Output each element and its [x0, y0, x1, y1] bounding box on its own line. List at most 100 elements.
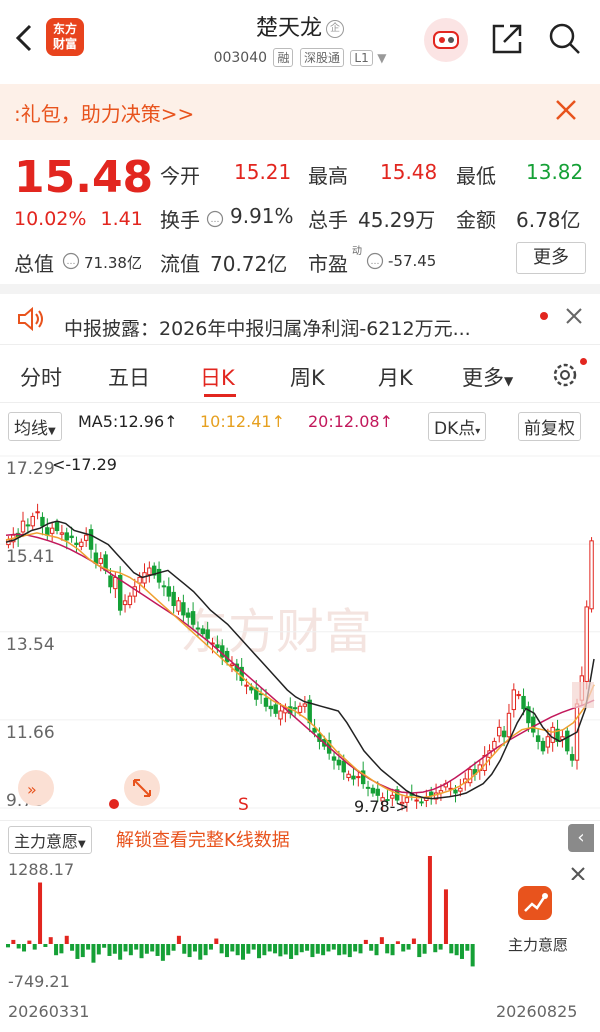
tab-daily-k[interactable]: 日K [200, 362, 235, 392]
tab-monthly-k[interactable]: 月K [378, 362, 413, 392]
candle [263, 697, 269, 707]
collapse-button[interactable]: ‹ [568, 824, 594, 852]
flow-bar [176, 935, 181, 944]
flow-bar [182, 944, 187, 954]
candle [30, 515, 35, 527]
flow-bar [22, 944, 27, 952]
float-cap-value: 70.72亿 [210, 252, 288, 276]
flow-max-label: 1288.17 [8, 860, 75, 879]
start-date: 20260331 [8, 1002, 90, 1021]
flow-bar [54, 944, 59, 956]
tab-intraday[interactable]: 分时 [20, 362, 62, 392]
low-annotation: 9.78-> [354, 797, 409, 816]
flow-bar [224, 944, 229, 958]
avatar[interactable] [424, 18, 468, 62]
flow-bar [449, 944, 454, 954]
notice-text[interactable]: 中报披露：2026年中报归属净利润-6212万元... [64, 314, 471, 341]
svg-text:…: … [211, 215, 220, 225]
caret-down-icon: ▾ [475, 426, 481, 437]
high-label: 最高 [308, 164, 348, 188]
flow-bar [417, 944, 422, 958]
candle [331, 756, 337, 761]
candle [190, 611, 196, 625]
candle [370, 787, 376, 794]
candle [501, 730, 507, 738]
more-button[interactable]: 更多 [516, 242, 586, 274]
flow-bar [230, 944, 235, 952]
info-icon[interactable]: … [206, 210, 224, 228]
flow-bar [48, 937, 53, 944]
dk-point-label: DK点 [434, 419, 476, 439]
dk-point-select[interactable]: DK点▾ [428, 412, 487, 441]
candle [74, 542, 79, 546]
flow-bar [241, 944, 246, 960]
close-icon[interactable] [554, 96, 578, 124]
tab-weekly-k[interactable]: 周K [290, 362, 325, 392]
close-icon[interactable] [564, 306, 584, 326]
promo-banner[interactable]: :礼包，助力决策>> [0, 84, 600, 140]
candle [186, 612, 191, 618]
candle [137, 576, 142, 584]
candlestick-chart[interactable]: 东方财富 17.2915.4113.5411.669.78 <-17.29 9.… [0, 438, 600, 822]
candle [569, 754, 575, 761]
signal-marker[interactable]: S [238, 795, 249, 815]
info-icon[interactable]: … [62, 252, 80, 270]
flow-bar [438, 944, 443, 950]
pe-value: -57.45 [388, 252, 437, 270]
y-tick-label: 15.41 [6, 547, 55, 567]
change-amount: 1.41 [100, 208, 143, 230]
ma10-line [5, 532, 595, 799]
flow-bar [443, 889, 448, 944]
chevron-down-icon[interactable]: ▼ [377, 51, 386, 65]
event-dot[interactable] [109, 799, 119, 809]
candle [181, 602, 186, 616]
flow-bar [75, 944, 80, 959]
candle [122, 600, 128, 606]
candle [69, 535, 74, 539]
flow-bar [214, 938, 219, 944]
flow-promo-card[interactable]: 主力意愿 [488, 880, 588, 966]
tab-more[interactable]: 更多▼ [462, 362, 513, 392]
svg-text:…: … [371, 257, 380, 267]
candle [346, 773, 351, 779]
candle [297, 705, 303, 713]
top-nav-bar: 东方 财富 楚天龙企 003040 融 深股通 L1 ▼ [0, 0, 600, 80]
candle [535, 735, 541, 742]
flow-bar [27, 940, 32, 944]
share-icon[interactable] [490, 20, 526, 56]
tab-five-day[interactable]: 五日 [108, 362, 150, 392]
candle [268, 705, 274, 710]
candle [205, 629, 210, 639]
adjust-button[interactable]: 前复权 [518, 412, 581, 441]
robot-icon [433, 31, 459, 49]
caret-down-icon: ▼ [48, 426, 56, 437]
candle [550, 726, 555, 743]
fullscreen-button[interactable] [124, 770, 160, 806]
unlock-link[interactable]: 解锁查看完整K线数据 [116, 826, 290, 852]
candle [45, 527, 50, 536]
search-icon[interactable] [546, 20, 582, 56]
flow-bar [315, 944, 320, 954]
market-cap-value: 71.38亿 [84, 254, 142, 272]
candle [506, 712, 512, 738]
info-icon[interactable]: … [366, 252, 384, 270]
flow-indicator-select[interactable]: 主力意愿▼ [8, 826, 92, 854]
expand-button[interactable]: » [18, 770, 54, 806]
divider [0, 820, 600, 821]
volume-value: 45.29万 [358, 208, 436, 232]
candle [98, 558, 103, 564]
flow-min-label: -749.21 [8, 972, 70, 991]
volume-label: 总手 [308, 208, 348, 232]
indicator-select[interactable]: 均线▼ [8, 412, 62, 441]
candle [108, 575, 113, 588]
low-label: 最低 [456, 164, 496, 188]
ma5-readout: MA5:12.96↑ [78, 412, 178, 431]
amount-label: 金额 [456, 208, 496, 232]
candle [171, 591, 176, 607]
up-arrow-icon: ↑ [271, 412, 285, 431]
ma5-value: MA5:12.96 [78, 412, 165, 431]
gear-icon[interactable] [548, 358, 582, 392]
flow-bar [144, 944, 149, 954]
double-chevron-icon: » [27, 780, 37, 799]
flow-bar [454, 944, 459, 956]
